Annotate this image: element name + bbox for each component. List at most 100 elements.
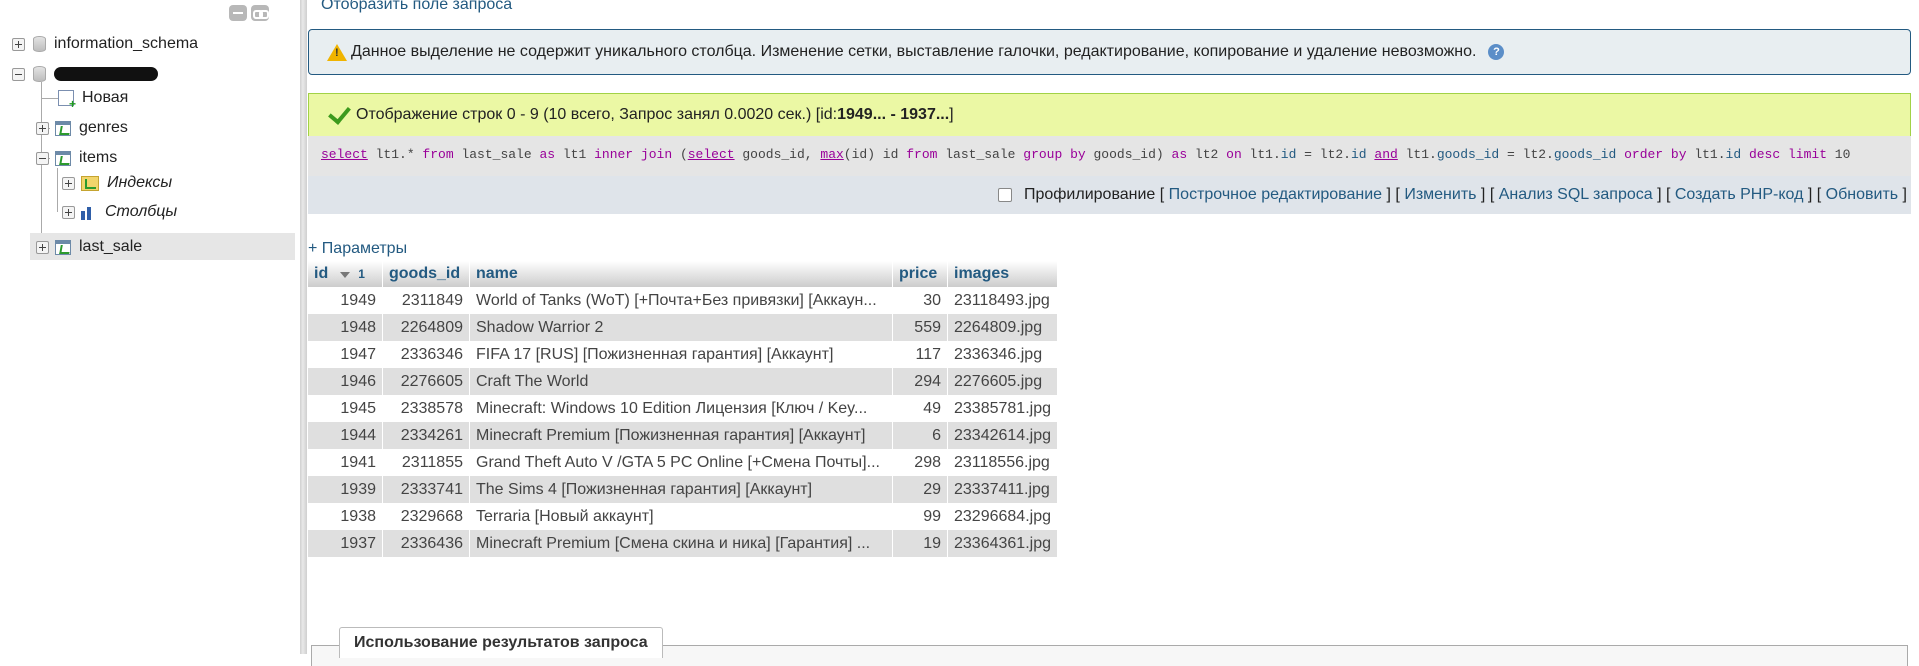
cell-images[interactable]: 23342614.jpg xyxy=(947,422,1058,449)
table-row[interactable]: 1938 2329668 Terraria [Новый аккаунт] 99… xyxy=(308,503,1058,530)
cell-name[interactable]: Minecraft Premium [Пожизненная гарантия]… xyxy=(469,422,893,449)
help-icon[interactable]: ? xyxy=(1488,44,1505,60)
cell-goods-id[interactable]: 2334261 xyxy=(382,422,470,449)
table-row[interactable]: 1946 2276605 Craft The World 294 2276605… xyxy=(308,368,1058,395)
cell-goods-id[interactable]: 2336436 xyxy=(382,530,470,557)
tree-item-columns[interactable]: Столбцы xyxy=(62,200,177,224)
column-header-label[interactable]: id xyxy=(314,265,328,282)
table-row[interactable]: 1947 2336346 FIFA 17 [RUS] [Пожизненная … xyxy=(308,341,1058,368)
table-row[interactable]: 1948 2264809 Shadow Warrior 2 559 226480… xyxy=(308,314,1058,341)
collapse-all-icon[interactable] xyxy=(229,5,247,21)
profiling-checkbox[interactable] xyxy=(997,188,1012,202)
column-header-id[interactable]: id 1 xyxy=(308,261,383,287)
parameters-link[interactable]: + Параметры xyxy=(308,240,407,258)
cell-id[interactable]: 1937 xyxy=(308,530,383,557)
cell-id[interactable]: 1938 xyxy=(308,503,383,530)
sidebar-resize-handle[interactable] xyxy=(300,0,307,654)
inline-edit-link[interactable]: Построчное редактирование xyxy=(1169,186,1382,204)
cell-name[interactable]: Terraria [Новый аккаунт] xyxy=(469,503,893,530)
db-item-information-schema[interactable]: information_schema xyxy=(12,32,198,56)
sql-query[interactable]: select lt1.* from last_sale as lt1 inner… xyxy=(308,136,1911,176)
columns-label[interactable]: Столбцы xyxy=(105,203,177,221)
table-label[interactable]: genres xyxy=(79,119,128,137)
cell-images[interactable]: 2336346.jpg xyxy=(947,341,1058,368)
redacted-db-name[interactable] xyxy=(54,67,158,81)
cell-images[interactable]: 23337411.jpg xyxy=(947,476,1058,503)
edit-link[interactable]: Изменить xyxy=(1404,186,1476,204)
indexes-label[interactable]: Индексы xyxy=(107,174,172,192)
collapse-icon[interactable] xyxy=(36,151,49,165)
cell-id[interactable]: 1944 xyxy=(308,422,383,449)
tree-item-indexes[interactable]: Индексы xyxy=(62,171,172,195)
cell-goods-id[interactable]: 2333741 xyxy=(382,476,470,503)
cell-name[interactable]: Grand Theft Auto V /GTA 5 PC Online [+См… xyxy=(469,449,893,476)
cell-name[interactable]: Shadow Warrior 2 xyxy=(469,314,893,341)
table-row[interactable]: 1944 2334261 Minecraft Premium [Пожизнен… xyxy=(308,422,1058,449)
expand-icon[interactable] xyxy=(12,37,25,51)
table-row[interactable]: 1945 2338578 Minecraft: Windows 10 Editi… xyxy=(308,395,1058,422)
cell-id[interactable]: 1945 xyxy=(308,395,383,422)
cell-price[interactable]: 99 xyxy=(892,503,948,530)
table-item-items[interactable]: items xyxy=(36,146,117,170)
cell-goods-id[interactable]: 2276605 xyxy=(382,368,470,395)
cell-price[interactable]: 49 xyxy=(892,395,948,422)
table-label[interactable]: last_sale xyxy=(79,238,142,256)
tree-item-new[interactable]: Новая xyxy=(52,86,128,111)
table-label[interactable]: items xyxy=(79,149,117,167)
cell-price[interactable]: 298 xyxy=(892,449,948,476)
link-with-main-icon[interactable] xyxy=(251,5,269,21)
expand-icon[interactable] xyxy=(62,176,75,190)
cell-images[interactable]: 2264809.jpg xyxy=(947,314,1058,341)
table-row[interactable]: 1941 2311855 Grand Theft Auto V /GTA 5 P… xyxy=(308,449,1058,476)
cell-price[interactable]: 294 xyxy=(892,368,948,395)
cell-name[interactable]: The Sims 4 [Пожизненная гарантия] [Аккау… xyxy=(469,476,893,503)
cell-images[interactable]: 23364361.jpg xyxy=(947,530,1058,557)
cell-id[interactable]: 1947 xyxy=(308,341,383,368)
cell-goods-id[interactable]: 2336346 xyxy=(382,341,470,368)
cell-name[interactable]: Minecraft Premium [Смена скина и ника] [… xyxy=(469,530,893,557)
cell-goods-id[interactable]: 2329668 xyxy=(382,503,470,530)
table-item-last-sale[interactable]: last_sale xyxy=(36,235,142,259)
expand-icon[interactable] xyxy=(36,121,49,135)
cell-id[interactable]: 1939 xyxy=(308,476,383,503)
cell-name[interactable]: FIFA 17 [RUS] [Пожизненная гарантия] [Ак… xyxy=(469,341,893,368)
table-row[interactable]: 1949 2311849 World of Tanks (WoT) [+Почт… xyxy=(308,287,1058,314)
table-row[interactable]: 1937 2336436 Minecraft Premium [Смена ск… xyxy=(308,530,1058,557)
cell-id[interactable]: 1949 xyxy=(308,287,383,314)
cell-id[interactable]: 1941 xyxy=(308,449,383,476)
column-header-price[interactable]: price xyxy=(892,261,948,287)
collapse-icon[interactable] xyxy=(12,67,25,81)
column-header-goods-id[interactable]: goods_id xyxy=(382,261,470,287)
cell-goods-id[interactable]: 2311849 xyxy=(382,287,470,314)
cell-goods-id[interactable]: 2338578 xyxy=(382,395,470,422)
cell-name[interactable]: Minecraft: Windows 10 Edition Лицензия [… xyxy=(469,395,893,422)
cell-name[interactable]: Craft The World xyxy=(469,368,893,395)
expand-icon[interactable] xyxy=(62,205,75,219)
cell-images[interactable]: 23118493.jpg xyxy=(947,287,1058,314)
analyze-sql-link[interactable]: Анализ SQL запроса xyxy=(1499,186,1653,204)
cell-id[interactable]: 1946 xyxy=(308,368,383,395)
cell-images[interactable]: 23118556.jpg xyxy=(947,449,1058,476)
column-header-name[interactable]: name xyxy=(469,261,893,287)
cell-goods-id[interactable]: 2311855 xyxy=(382,449,470,476)
cell-price[interactable]: 117 xyxy=(892,341,948,368)
cell-price[interactable]: 30 xyxy=(892,287,948,314)
new-label[interactable]: Новая xyxy=(82,89,128,107)
column-header-images[interactable]: images xyxy=(947,261,1058,287)
db-label[interactable]: information_schema xyxy=(54,35,198,53)
cell-goods-id[interactable]: 2264809 xyxy=(382,314,470,341)
table-item-genres[interactable]: genres xyxy=(36,116,128,140)
cell-images[interactable]: 2276605.jpg xyxy=(947,368,1058,395)
cell-price[interactable]: 19 xyxy=(892,530,948,557)
table-row[interactable]: 1939 2333741 The Sims 4 [Пожизненная гар… xyxy=(308,476,1058,503)
cell-name[interactable]: World of Tanks (WoT) [+Почта+Без привязк… xyxy=(469,287,893,314)
refresh-link[interactable]: Обновить xyxy=(1826,186,1898,204)
db-item-redacted[interactable] xyxy=(12,62,158,86)
cell-id[interactable]: 1948 xyxy=(308,314,383,341)
cell-images[interactable]: 23296684.jpg xyxy=(947,503,1058,530)
cell-price[interactable]: 559 xyxy=(892,314,948,341)
cell-images[interactable]: 23385781.jpg xyxy=(947,395,1058,422)
cell-price[interactable]: 29 xyxy=(892,476,948,503)
expand-icon[interactable] xyxy=(36,240,49,254)
show-query-link[interactable]: Отобразить поле запроса xyxy=(321,0,512,14)
